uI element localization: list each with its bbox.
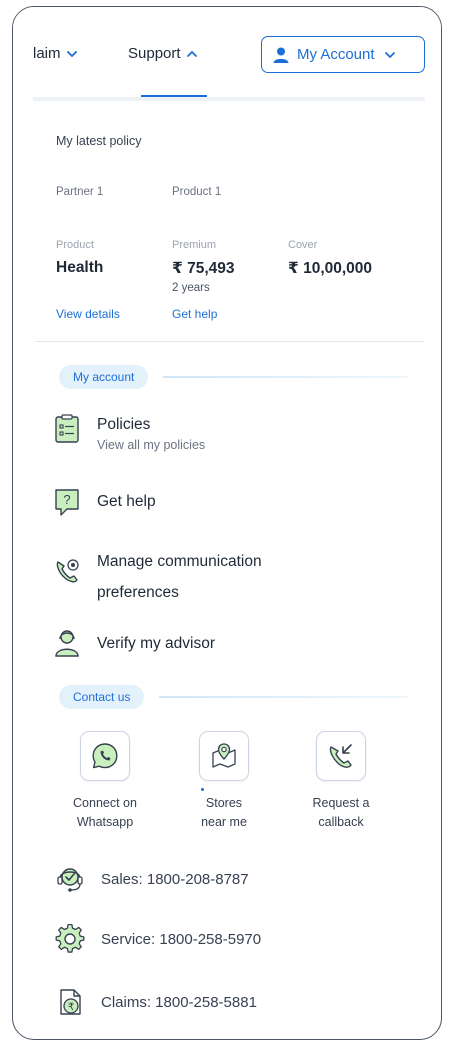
whatsapp-card-label: Connect on Whatsapp (60, 794, 150, 832)
manage-communication-label: Manage communication preferences (97, 553, 262, 601)
service-phone-row[interactable]: Service: 1800-258-5970 (55, 924, 261, 954)
indicator-dot (201, 788, 204, 791)
claims-phone-label: Claims: 1800-258-5881 (101, 993, 257, 1011)
account-menu-panel: laim Support My Account My latest policy… (12, 6, 442, 1040)
nav-support-label: Support (128, 45, 181, 62)
section-line (159, 696, 408, 698)
latest-policy-title: My latest policy (56, 134, 142, 148)
top-nav: laim Support My Account (13, 7, 441, 99)
product-name: Product 1 (172, 186, 222, 198)
sales-headset-icon (57, 868, 83, 892)
sales-phone-label: Sales: 1800-208-8787 (101, 870, 249, 888)
premium-term: 2 years (172, 282, 210, 294)
svg-text:?: ? (63, 492, 70, 507)
nav-support[interactable]: Support (128, 45, 198, 62)
svg-text:₹: ₹ (68, 1002, 74, 1013)
advisor-icon (55, 630, 79, 657)
claims-rupee-icon: ₹ (60, 989, 81, 1015)
policies-item[interactable]: Policies View all my policies (53, 414, 205, 452)
service-gear-icon (55, 924, 85, 953)
service-phone-label: Service: 1800-258-5970 (101, 930, 262, 948)
my-account-section-title: My account (59, 365, 149, 389)
nav-claim-label: laim (33, 45, 61, 62)
product-label: Product (56, 239, 94, 251)
premium-label: Premium (172, 239, 217, 251)
cover-value: ₹ 10,00,000 (288, 260, 373, 277)
chevron-up-icon (186, 50, 197, 57)
policy-document-icon (55, 414, 79, 443)
premium-value: ₹ 75,493 (172, 260, 235, 277)
view-details-link[interactable]: View details (56, 307, 120, 321)
store-location-icon (212, 743, 236, 768)
callback-card-label-line1: Request a (312, 796, 370, 810)
cover-label: Cover (288, 239, 318, 251)
callback-card-label: Request a callback (296, 794, 386, 832)
nav-divider (33, 97, 425, 101)
manage-communication-item[interactable]: Manage communication preferences (53, 546, 313, 608)
callback-icon (329, 744, 352, 768)
whatsapp-card-label-line2: Whatsapp (76, 815, 134, 829)
policies-label: Policies (97, 416, 151, 433)
stores-card-label-line2: near me (201, 815, 247, 829)
phone-preferences-icon (56, 559, 79, 583)
section-divider (35, 341, 425, 342)
stores-card[interactable]: Stores near me (179, 731, 269, 832)
claims-phone-row[interactable]: ₹ Claims: 1800-258-5881 (55, 987, 257, 1017)
section-line (163, 376, 408, 378)
verify-advisor-item[interactable]: Verify my advisor (53, 628, 215, 658)
chevron-down-icon (384, 51, 395, 58)
stores-card-box (199, 731, 249, 781)
chevron-down-icon (66, 50, 77, 57)
my-account-button[interactable]: My Account (261, 36, 425, 73)
whatsapp-icon (92, 743, 118, 769)
sales-phone-row[interactable]: Sales: 1800-208-8787 (55, 864, 249, 894)
user-icon (273, 47, 289, 63)
product-value: Health (56, 259, 104, 276)
callback-card-box (316, 731, 366, 781)
get-help-label: Get help (97, 493, 156, 510)
get-help-item[interactable]: ? Get help (53, 487, 156, 517)
contact-us-section-title: Contact us (59, 685, 145, 709)
get-help-link[interactable]: Get help (172, 307, 217, 321)
callback-card[interactable]: Request a callback (296, 731, 386, 832)
my-account-label: My Account (297, 46, 375, 63)
partner-name: Partner 1 (56, 186, 104, 198)
help-chat-icon: ? (55, 489, 79, 516)
policies-sublabel: View all my policies (97, 438, 206, 452)
whatsapp-card-box (80, 731, 130, 781)
stores-card-label-line1: Stores (205, 796, 243, 810)
callback-card-label-line2: callback (318, 815, 364, 829)
whatsapp-card-label-line1: Connect on (73, 796, 137, 810)
verify-advisor-label: Verify my advisor (97, 635, 216, 652)
nav-claim[interactable]: laim (33, 45, 78, 62)
whatsapp-card[interactable]: Connect on Whatsapp (60, 731, 150, 832)
stores-card-label: Stores near me (179, 794, 269, 832)
